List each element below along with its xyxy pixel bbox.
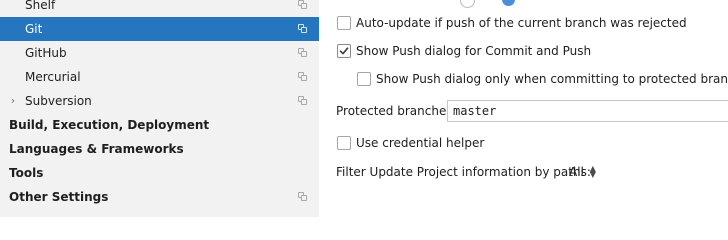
sidebar-item-languages-frameworks[interactable]: Languages & Frameworks [0, 137, 319, 161]
sidebar-item-mercurial[interactable]: Mercurial [0, 65, 319, 89]
sidebar-item-label: Shelf [25, 0, 56, 12]
sidebar-item-tools[interactable]: Tools [0, 161, 319, 185]
sidebar-item-label: Other Settings [9, 190, 109, 204]
sidebar-item-label: Git [25, 22, 43, 36]
auto-update-label: Auto-update if push of the current branc… [356, 16, 687, 30]
show-push-dialog-checkbox[interactable] [337, 44, 351, 58]
sidebar-item-label: Mercurial [25, 70, 81, 84]
sidebar-item-subversion[interactable]: › Subversion [0, 89, 319, 113]
radio-button-selected[interactable] [502, 0, 515, 6]
sidebar-item-build-execution-deployment[interactable]: Build, Execution, Deployment [0, 113, 319, 137]
sidebar-item-shelf[interactable]: Shelf [0, 0, 319, 17]
credential-helper-label: Use credential helper [356, 136, 485, 150]
sidebar-item-label: GitHub [25, 46, 67, 60]
protected-branches-input[interactable]: master [447, 100, 728, 122]
filter-update-label: Filter Update Project information by pat… [336, 165, 591, 179]
copy-icon [298, 96, 308, 106]
protected-only-checkbox[interactable] [357, 72, 371, 86]
dropdown-arrows-icon: ▲ ▼ [589, 163, 596, 179]
sidebar-item-github[interactable]: GitHub [0, 41, 319, 65]
check-icon [339, 47, 349, 55]
protected-branches-label: Protected branches: [336, 104, 457, 118]
sidebar-item-label: Tools [9, 166, 44, 180]
filter-paths-value: All [569, 165, 584, 179]
copy-icon [298, 0, 308, 10]
credential-helper-checkbox[interactable] [337, 136, 351, 150]
copy-icon [298, 192, 308, 202]
sidebar-item-git[interactable]: Git [0, 17, 319, 41]
auto-update-checkbox[interactable] [337, 16, 351, 30]
git-settings-panel: Auto-update if push of the current branc… [319, 0, 728, 217]
show-push-dialog-label: Show Push dialog for Commit and Push [356, 44, 592, 58]
sidebar-item-other-settings[interactable]: Other Settings [0, 185, 319, 209]
copy-icon [298, 48, 308, 58]
sidebar-item-label: Languages & Frameworks [9, 142, 184, 156]
settings-sidebar: Shelf Git GitHub Mercurial › Subversion … [0, 0, 319, 217]
sidebar-item-label: Build, Execution, Deployment [9, 118, 210, 132]
copy-icon [298, 24, 308, 34]
sidebar-item-label: Subversion [25, 94, 92, 108]
chevron-right-icon[interactable]: › [7, 89, 19, 113]
copy-icon [298, 72, 308, 82]
filter-paths-dropdown[interactable]: All ▲ ▼ [569, 160, 596, 184]
radio-button[interactable] [460, 0, 475, 8]
protected-only-label: Show Push dialog only when committing to… [376, 72, 728, 86]
